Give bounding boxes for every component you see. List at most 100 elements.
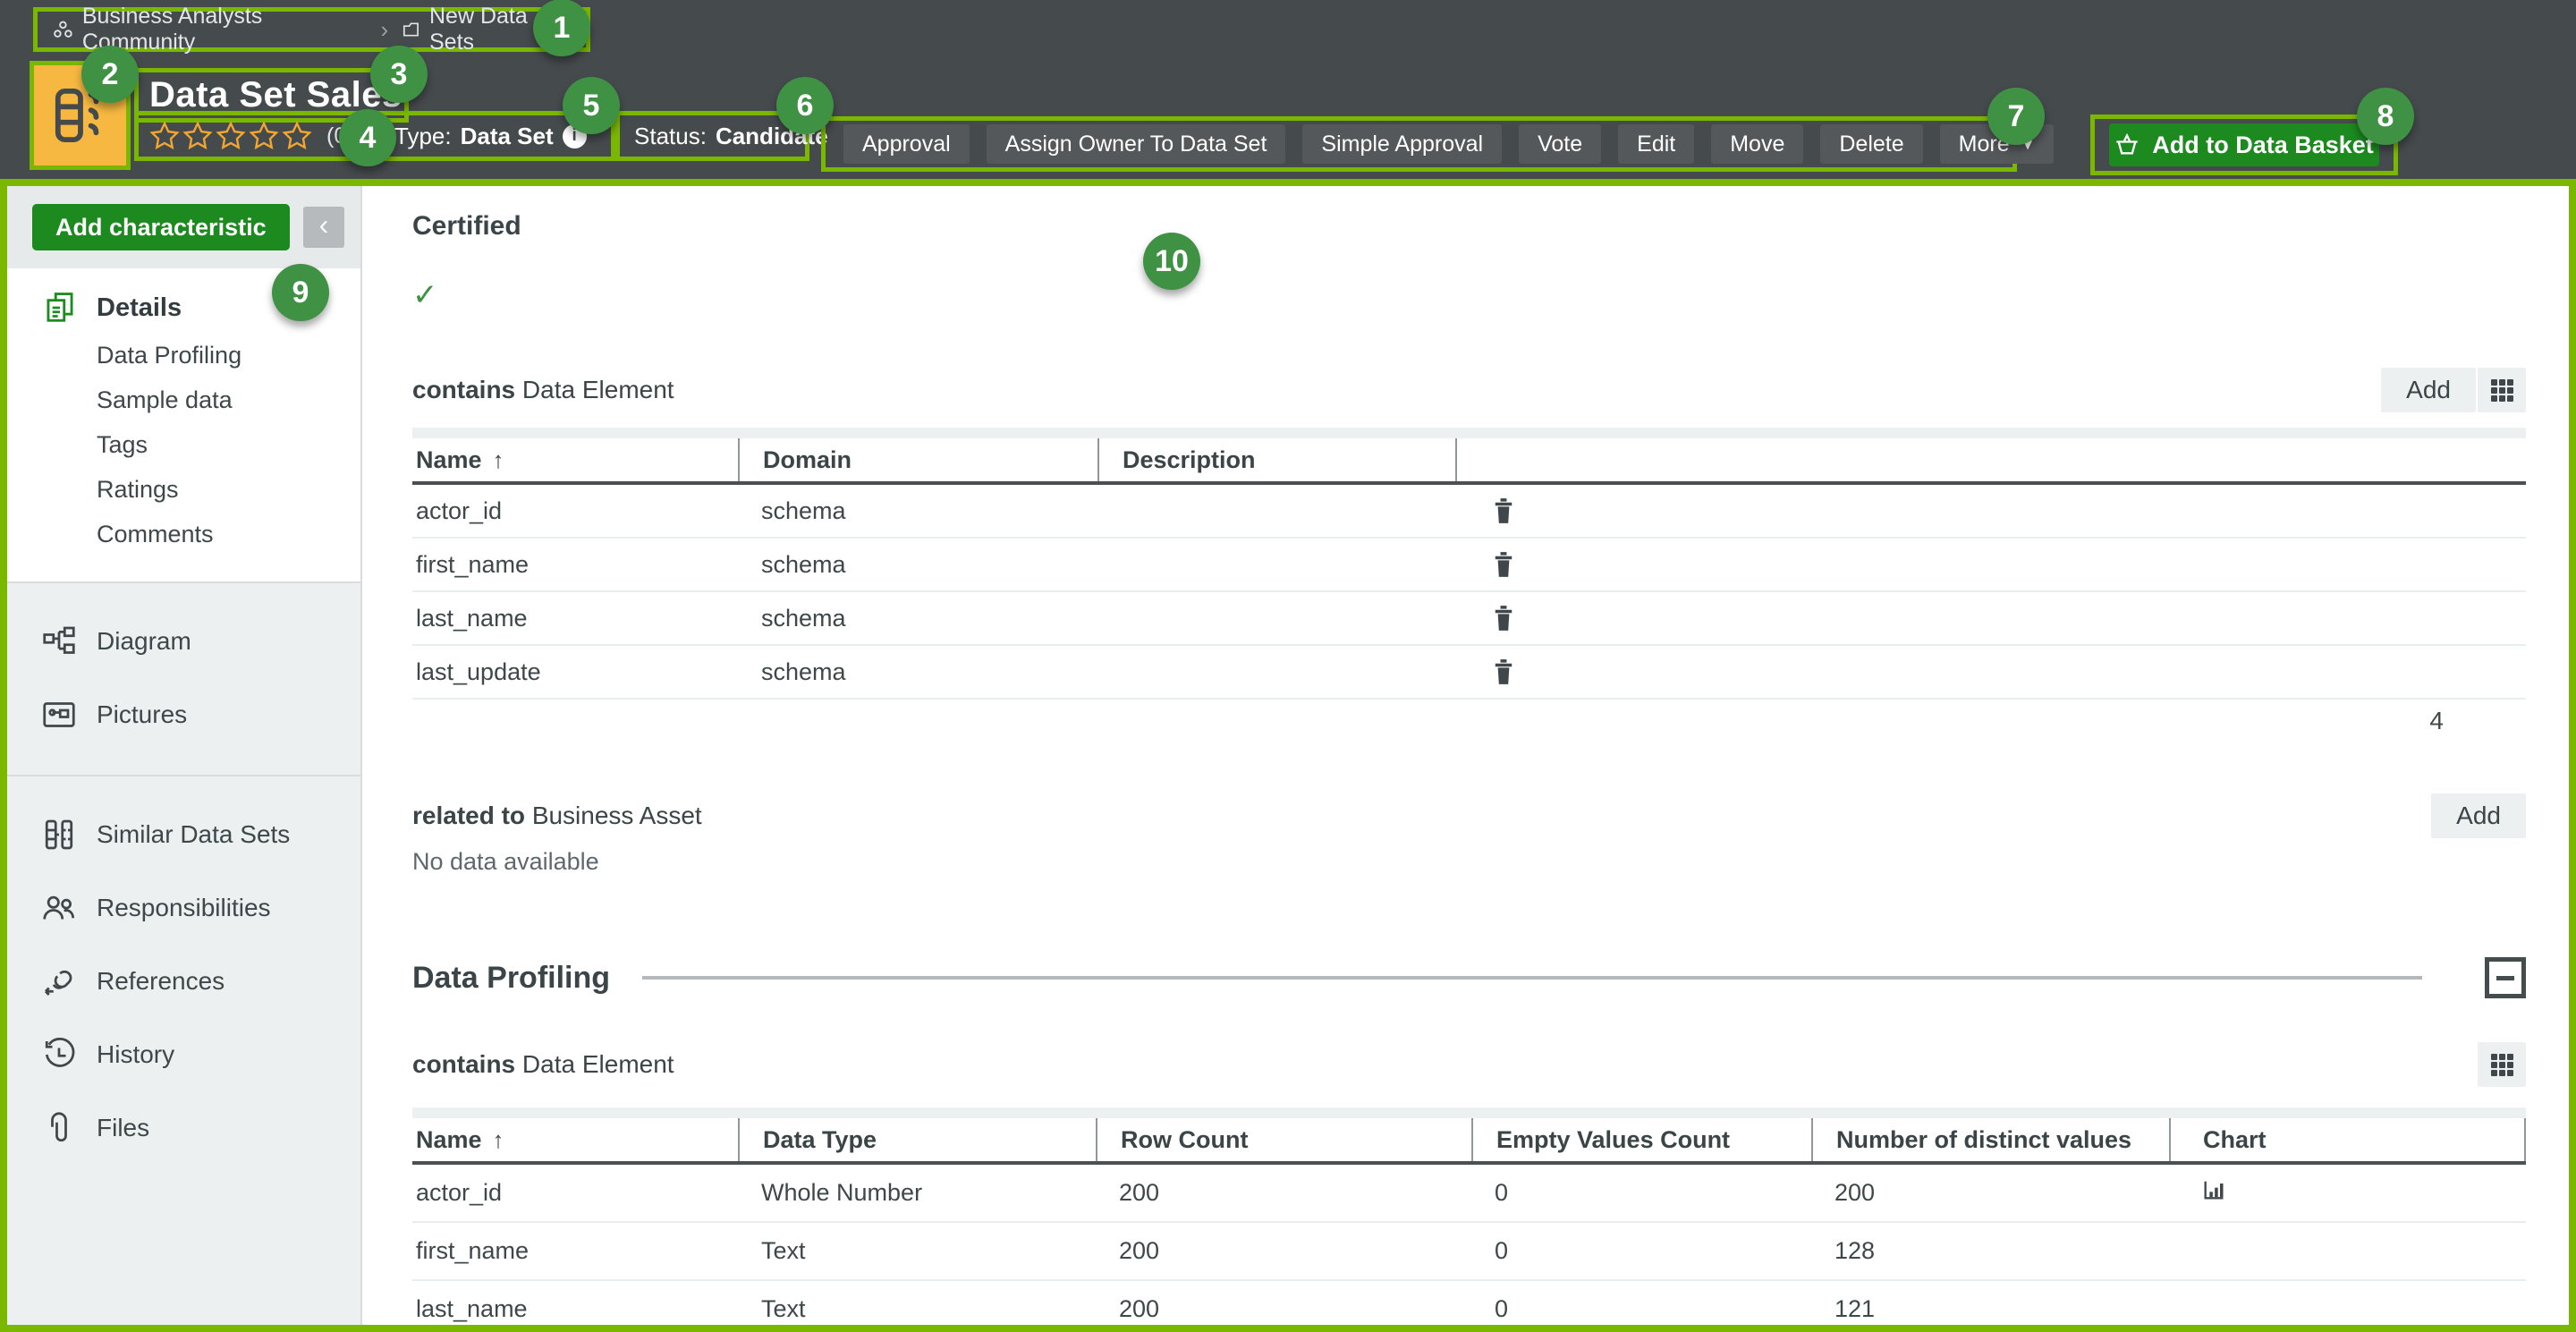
annotation-box-basket: Add to Data Basket xyxy=(2090,115,2398,175)
cell-distinct-values: 121 xyxy=(1811,1295,2169,1323)
table-row[interactable]: first_name schema xyxy=(412,539,2526,592)
column-header-data-type[interactable]: Data Type xyxy=(738,1118,1096,1161)
breadcrumb-separator-icon: › xyxy=(380,16,388,44)
star-icon[interactable] xyxy=(282,121,312,151)
column-header-distinct-values[interactable]: Number of distinct values xyxy=(1811,1118,2169,1161)
sidebar-item-sample-data[interactable]: Sample data xyxy=(7,378,360,422)
sidebar-item-files[interactable]: Files xyxy=(7,1091,360,1165)
paperclip-icon xyxy=(41,1110,79,1146)
sidebar-item-data-profiling[interactable]: Data Profiling xyxy=(7,333,360,378)
sidebar-item-pictures[interactable]: Pictures xyxy=(7,678,360,751)
sidebar-item-label: Pictures xyxy=(97,700,187,729)
sidebar-item-similar-data-sets[interactable]: Similar Data Sets xyxy=(7,798,360,871)
certified-label: Certified xyxy=(412,211,2526,243)
annotation-box-actions: Approval Assign Owner To Data Set Simple… xyxy=(821,116,2017,172)
cell-empty-values: 0 xyxy=(1471,1179,1811,1207)
community-icon xyxy=(52,18,74,41)
sidebar-item-responsibilities[interactable]: Responsibilities xyxy=(7,871,360,945)
sidebar-item-ratings[interactable]: Ratings xyxy=(7,467,360,512)
cell-domain: schema xyxy=(738,497,1097,525)
table-view-grid-icon[interactable] xyxy=(2478,1042,2526,1087)
cell-row-count: 200 xyxy=(1096,1179,1471,1207)
sidebar-collapse-button[interactable]: ‹ xyxy=(303,207,344,248)
cell-name: actor_id xyxy=(412,497,738,525)
table-row[interactable]: actor_id schema xyxy=(412,485,2526,539)
sidebar-item-comments[interactable]: Comments xyxy=(7,512,360,556)
domain-icon xyxy=(401,19,421,40)
column-header-description[interactable]: Description xyxy=(1097,438,1455,481)
sort-asc-icon: ↑ xyxy=(493,446,504,474)
star-icon[interactable] xyxy=(216,121,246,151)
cell-row-count: 200 xyxy=(1096,1295,1471,1323)
add-to-data-basket-button[interactable]: Add to Data Basket xyxy=(2109,123,2379,166)
delete-button[interactable]: Delete xyxy=(1820,124,1922,164)
type-label: Type: xyxy=(394,123,452,150)
main-content: Certified ✓ contains Data Element Add Na… xyxy=(362,186,2569,1325)
move-button[interactable]: Move xyxy=(1711,124,1803,164)
no-data-message: No data available xyxy=(412,848,2526,880)
sidebar-item-tags[interactable]: Tags xyxy=(7,422,360,467)
contains-title: contains Data Element xyxy=(412,376,674,404)
annotation-badge-7: 7 xyxy=(1987,88,2045,145)
column-header-empty-values[interactable]: Empty Values Count xyxy=(1471,1118,1811,1161)
related-title: related to Business Asset xyxy=(412,802,702,830)
sidebar-item-references[interactable]: References xyxy=(7,945,360,1018)
star-icon[interactable] xyxy=(249,121,279,151)
sidebar: Add characteristic ‹ Details Data Profil… xyxy=(7,186,362,1325)
table-view-grid-icon[interactable] xyxy=(2478,368,2526,412)
annotation-badge-5: 5 xyxy=(563,77,620,134)
star-icon[interactable] xyxy=(149,121,180,151)
table-row[interactable]: last_name Text 200 0 121 xyxy=(412,1281,2526,1332)
pictures-icon xyxy=(41,697,79,733)
sidebar-group-related: Similar Data Sets Responsibilities Refer… xyxy=(7,776,360,1188)
delete-row-button[interactable] xyxy=(1491,605,1516,632)
delete-row-button[interactable] xyxy=(1491,551,1516,578)
table-row[interactable]: actor_id Whole Number 200 0 200 xyxy=(412,1165,2526,1223)
table-row[interactable]: last_update schema xyxy=(412,646,2526,700)
delete-row-button[interactable] xyxy=(1491,497,1516,524)
column-header-name[interactable]: Name↑ xyxy=(412,438,738,481)
profiling-table-header: Name↑ Data Type Row Count Empty Values C… xyxy=(412,1118,2526,1165)
assign-owner-button[interactable]: Assign Owner To Data Set xyxy=(987,124,1286,164)
sidebar-item-history[interactable]: History xyxy=(7,1018,360,1091)
references-link-icon xyxy=(41,963,79,999)
simple-approval-button[interactable]: Simple Approval xyxy=(1302,124,1502,164)
sidebar-item-label: Details xyxy=(97,293,182,323)
contains-table-header: Name↑ Domain Description xyxy=(412,438,2526,485)
column-header-name[interactable]: Name↑ xyxy=(412,1118,738,1161)
column-header-domain[interactable]: Domain xyxy=(738,438,1097,481)
row-count-indicator: 4 xyxy=(412,700,2526,742)
collapse-section-icon[interactable] xyxy=(2485,957,2526,998)
table-row[interactable]: first_name Text 200 0 128 xyxy=(412,1223,2526,1281)
vote-button[interactable]: Vote xyxy=(1519,124,1601,164)
sidebar-item-diagram[interactable]: Diagram xyxy=(7,605,360,678)
star-icon[interactable] xyxy=(182,121,213,151)
delete-row-button[interactable] xyxy=(1491,658,1516,685)
table-row[interactable]: last_name schema xyxy=(412,592,2526,646)
add-characteristic-button[interactable]: Add characteristic xyxy=(32,204,290,250)
type-value: Data Set xyxy=(461,123,554,150)
add-business-asset-button[interactable]: Add xyxy=(2431,793,2526,838)
edit-button[interactable]: Edit xyxy=(1618,124,1694,164)
cell-data-type: Text xyxy=(738,1295,1096,1323)
bar-chart-icon[interactable] xyxy=(2201,1177,2226,1202)
data-profiling-title: Data Profiling xyxy=(412,961,610,996)
cell-name: last_name xyxy=(412,1295,738,1323)
profiling-contains-title: contains Data Element xyxy=(412,1050,674,1079)
rating-stars[interactable] xyxy=(149,121,312,151)
annotation-badge-2: 2 xyxy=(81,46,139,103)
status-label: Status: xyxy=(634,123,707,150)
basket-icon xyxy=(2114,133,2140,157)
similar-data-sets-icon xyxy=(41,817,79,853)
section-rule xyxy=(642,976,2422,980)
column-header-row-count[interactable]: Row Count xyxy=(1096,1118,1471,1161)
cell-data-type: Text xyxy=(738,1237,1096,1265)
column-header-chart[interactable]: Chart xyxy=(2169,1118,2526,1161)
table-top-band xyxy=(412,1107,2526,1118)
breadcrumb-community-label: Business Analysts Community xyxy=(82,4,369,55)
annotation-badge-8: 8 xyxy=(2357,88,2414,145)
approval-button[interactable]: Approval xyxy=(843,124,970,164)
sidebar-item-label: Responsibilities xyxy=(97,894,271,922)
annotation-badge-9: 9 xyxy=(272,264,329,321)
add-data-element-button[interactable]: Add xyxy=(2381,368,2476,412)
